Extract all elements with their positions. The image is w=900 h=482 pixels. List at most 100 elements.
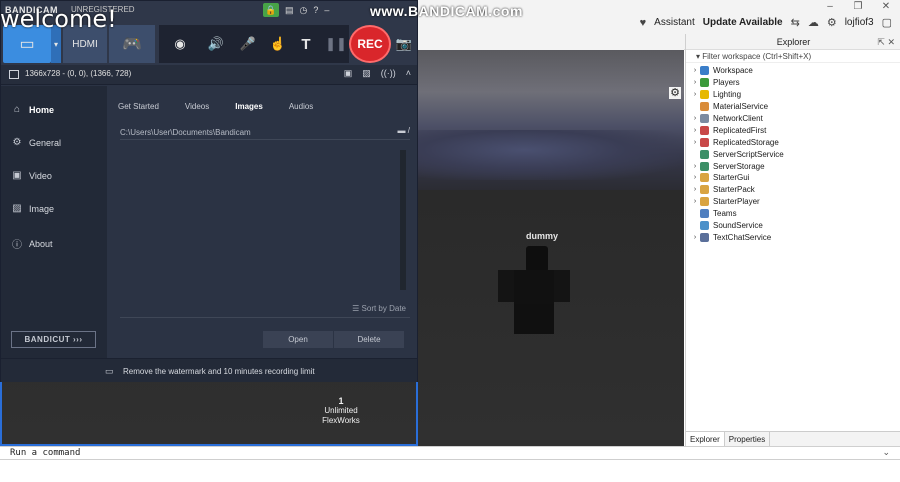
explorer-item[interactable]: › StarterPlayer	[690, 196, 895, 208]
image-mode-icon[interactable]: ▨	[362, 68, 371, 79]
explorer-item-label: ReplicatedFirst	[713, 125, 767, 135]
chevron-right-icon[interactable]: ›	[690, 127, 700, 134]
center-number: 1	[338, 396, 344, 406]
assistant-button[interactable]: Assistant	[654, 17, 695, 28]
explorer-item[interactable]: › Workspace	[690, 65, 895, 77]
update-available-button[interactable]: Update Available	[703, 17, 783, 28]
chevron-right-icon[interactable]: ›	[690, 67, 700, 74]
explorer-item[interactable]: › ReplicatedFirst	[690, 124, 895, 136]
rec-button[interactable]: REC	[349, 25, 391, 63]
webcam-icon[interactable]: ◉	[163, 25, 197, 63]
chevron-right-icon[interactable]: ›	[690, 198, 700, 205]
close-window-button[interactable]: ✕	[872, 0, 900, 14]
chevron-right-icon[interactable]: ›	[690, 91, 700, 98]
viewport-settings-icon[interactable]: ⚙	[669, 87, 681, 99]
command-input[interactable]: Run a command	[10, 448, 80, 458]
username-button[interactable]: lojfiof3	[845, 17, 874, 28]
sort-button[interactable]: ☰ Sort by Date	[352, 304, 406, 313]
file-list[interactable]: ☰ Sort by Date	[120, 146, 410, 318]
tab-explorer[interactable]: Explorer	[686, 432, 725, 446]
chevron-right-icon[interactable]: ›	[690, 139, 700, 146]
center-line-1: Unlimited	[324, 406, 358, 415]
tab-videos[interactable]: Videos	[185, 102, 209, 111]
explorer-item[interactable]: › StarterPack	[690, 184, 895, 196]
footer-message[interactable]: Remove the watermark and 10 minutes reco…	[123, 367, 315, 376]
minimize-button[interactable]: –	[816, 0, 844, 14]
sort-label: Sort by Date	[361, 304, 406, 313]
broadcast-icon[interactable]: ((·))	[381, 68, 396, 79]
tab-audios[interactable]: Audios	[289, 102, 313, 111]
mouse-click-icon[interactable]: ☝	[263, 25, 293, 63]
dummy-character[interactable]	[498, 246, 570, 336]
explorer-item[interactable]: SoundService	[690, 220, 895, 232]
chevron-up-icon[interactable]: ˄	[406, 68, 411, 79]
explorer-item[interactable]: › ServerStorage	[690, 160, 895, 172]
capture-area-bar: 1366x728 - (0, 0), (1366, 728) ▣ ▨ ((·))…	[1, 65, 417, 85]
sidebar-item-label: Video	[29, 170, 52, 181]
service-icon	[700, 102, 709, 112]
sort-icon: ☰	[352, 304, 362, 313]
chevron-right-icon[interactable]: ›	[690, 79, 700, 86]
explorer-item[interactable]: › Lighting	[690, 89, 895, 101]
tab-get-started[interactable]: Get Started	[118, 102, 159, 111]
lock-icon[interactable]: 🔒	[263, 3, 279, 17]
heart-icon[interactable]: ♥	[640, 17, 647, 29]
help-icon[interactable]: ?	[313, 3, 318, 17]
clock-icon[interactable]: ◷	[300, 3, 308, 17]
sidebar-item-label: About	[29, 238, 53, 249]
screenshot-camera-icon[interactable]: 📷	[393, 25, 415, 63]
minimize-icon[interactable]: –	[324, 3, 329, 17]
sidebar-item-home[interactable]: ⌂ Home	[11, 104, 54, 115]
share-icon[interactable]: ⇆	[791, 16, 800, 29]
speaker-icon[interactable]: 🔊	[201, 25, 231, 63]
chevron-right-icon[interactable]: ›	[690, 174, 700, 181]
tab-images[interactable]: Images	[235, 102, 263, 111]
explorer-panel: Explorer ⇱ ✕ ▾ Filter workspace (Ctrl+Sh…	[685, 34, 900, 446]
stop-capture-icon[interactable]: ▣	[344, 68, 353, 79]
clouds	[418, 130, 684, 180]
explorer-item-label: Players	[713, 78, 740, 88]
notification-icon[interactable]: ▢	[882, 16, 892, 29]
sidebar-item-about[interactable]: ⓘ About	[11, 236, 53, 252]
explorer-item[interactable]: › TextChatService	[690, 231, 895, 243]
explorer-item[interactable]: › StarterGui	[690, 172, 895, 184]
bandicut-button[interactable]: BANDICUT ›››	[11, 331, 96, 348]
delete-button[interactable]: Delete	[334, 331, 404, 348]
service-icon	[700, 114, 709, 123]
explorer-item[interactable]: ServerScriptService	[690, 148, 895, 160]
chevron-right-icon[interactable]: ›	[690, 115, 700, 122]
pause-icon[interactable]: ❚❚	[323, 25, 349, 63]
gear-icon[interactable]: ⚙	[827, 16, 837, 29]
cloud-icon[interactable]: ☁	[808, 16, 819, 29]
explorer-item[interactable]: MaterialService	[690, 101, 895, 113]
chevron-down-icon[interactable]: ⌄	[882, 447, 890, 458]
sidebar-item-label: General	[29, 137, 62, 148]
explorer-item-label: StarterPack	[713, 185, 755, 195]
command-bar[interactable]: Run a command ⌄	[0, 446, 900, 460]
service-icon	[700, 173, 709, 183]
panel-controls[interactable]: ⇱ ✕	[877, 34, 895, 50]
chevron-right-icon[interactable]: ›	[690, 186, 700, 193]
sidebar-item-general[interactable]: ⚙ General	[11, 137, 62, 148]
folder-icon[interactable]: ▤	[285, 3, 294, 17]
sidebar-item-image[interactable]: ▨ Image	[11, 203, 54, 214]
bandicam-footer[interactable]: ▭ Remove the watermark and 10 minutes re…	[1, 358, 417, 382]
maximize-button[interactable]: ❐	[844, 0, 872, 14]
explorer-item[interactable]: › ReplicatedStorage	[690, 136, 895, 148]
explorer-item[interactable]: › Players	[690, 77, 895, 89]
explorer-tree: › Workspace › Players › Lighting MaterialServi…	[690, 65, 895, 243]
open-button[interactable]: Open	[263, 331, 333, 348]
file-list-scrollbar[interactable]	[400, 150, 406, 290]
bandicam-main: Get Started Videos Images Audios C:\User…	[108, 86, 417, 358]
chevron-right-icon[interactable]: ›	[690, 163, 700, 170]
open-folder-icon[interactable]: ▬ /	[398, 126, 410, 135]
chevron-right-icon[interactable]: ›	[690, 234, 700, 241]
sidebar-item-video[interactable]: ▣ Video	[11, 170, 52, 181]
text-tool-icon[interactable]: T	[291, 25, 321, 63]
explorer-filter-input[interactable]: ▾ Filter workspace (Ctrl+Shift+X)	[686, 51, 900, 63]
tab-properties[interactable]: Properties	[725, 432, 771, 446]
microphone-icon[interactable]: 🎤	[233, 25, 263, 63]
explorer-item[interactable]: › NetworkClient	[690, 113, 895, 125]
explorer-item[interactable]: Teams	[690, 208, 895, 220]
hdmi-label: HDMI	[72, 38, 98, 50]
